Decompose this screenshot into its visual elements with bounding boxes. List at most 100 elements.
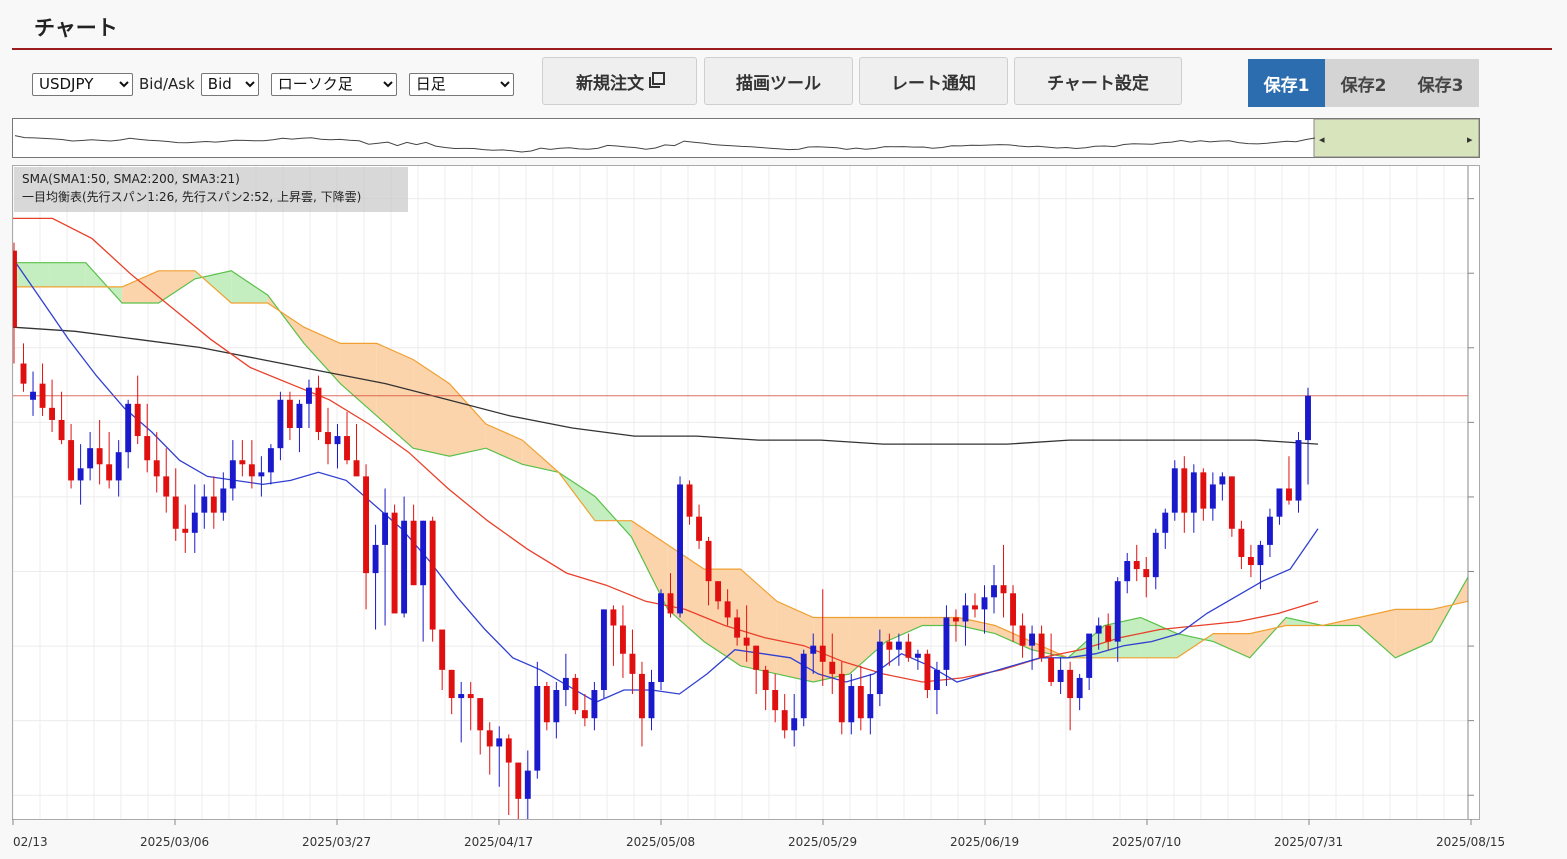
candle-body xyxy=(68,440,75,481)
candle-body xyxy=(1076,677,1083,699)
candle-body xyxy=(848,685,855,723)
candle xyxy=(306,379,312,429)
new-order-button[interactable]: 新規注文 xyxy=(542,57,697,105)
legend-ichimoku: 一目均衡表(先行スパン1:26, 先行スパン2:52, 上昇雲, 下降雲) xyxy=(22,190,362,204)
candle-body xyxy=(924,653,931,691)
candle-body xyxy=(401,520,408,614)
candle xyxy=(1152,528,1159,590)
candle-body xyxy=(20,363,27,384)
candle-body xyxy=(334,436,341,445)
candle-body xyxy=(1019,625,1026,646)
bidask-select[interactable]: Bid xyxy=(200,72,259,96)
save-slot-group: 保存1 保存2 保存3 xyxy=(1248,59,1479,107)
candle-body xyxy=(239,460,246,465)
candle xyxy=(848,673,855,735)
candle-body xyxy=(581,710,588,719)
candle-body xyxy=(600,609,607,691)
candle xyxy=(286,391,293,441)
candle xyxy=(477,698,484,755)
candle-body xyxy=(734,617,741,638)
candle xyxy=(629,629,636,695)
candle-body xyxy=(629,653,636,674)
drawing-tools-button[interactable]: 描画ツール xyxy=(704,57,853,105)
candle xyxy=(1219,472,1226,501)
candle-body xyxy=(867,694,874,719)
candle xyxy=(172,468,179,541)
candles xyxy=(11,242,1311,828)
candle xyxy=(1228,476,1235,537)
candle-body xyxy=(762,669,769,691)
candle-body xyxy=(306,387,312,404)
legend-sma: SMA(SMA1:50, SMA2:200, SMA3:21) xyxy=(22,172,240,186)
candle-body xyxy=(543,685,550,723)
candle-body xyxy=(886,641,893,650)
candle-body xyxy=(572,677,579,711)
candle xyxy=(1247,544,1254,578)
symbol-select[interactable]: USDJPY xyxy=(32,72,133,96)
candle-body xyxy=(391,512,398,614)
candle-body xyxy=(1152,532,1159,578)
candle xyxy=(1000,544,1007,618)
rate-alert-button[interactable]: レート通知 xyxy=(859,57,1008,105)
page-title: チャート xyxy=(34,16,118,40)
candle xyxy=(1067,661,1074,731)
candle xyxy=(68,423,75,489)
chart-area[interactable]: 155.59153.74151.89150.04148.19146.34144.… xyxy=(11,165,1557,828)
candle xyxy=(1286,456,1292,505)
candle-body xyxy=(286,399,293,429)
candle xyxy=(372,524,379,630)
candle xyxy=(1143,556,1150,598)
period-select[interactable]: 日足 xyxy=(408,72,514,96)
candle xyxy=(96,419,103,485)
candle-body xyxy=(267,448,274,473)
candle xyxy=(1086,633,1093,691)
sma-200-line xyxy=(12,326,1319,445)
chart-type-select[interactable]: ローソク足 xyxy=(270,72,397,96)
candle xyxy=(515,762,522,824)
candle xyxy=(277,391,284,461)
save-slot-3-button[interactable]: 保存3 xyxy=(1402,59,1479,107)
x-tick-label: 2025/08/15 xyxy=(1436,835,1505,849)
candle xyxy=(1209,472,1216,521)
candle-body xyxy=(962,605,969,622)
save-slot-2-button[interactable]: 保存2 xyxy=(1325,59,1402,107)
candle xyxy=(1171,460,1178,521)
candle-body xyxy=(686,484,693,517)
candle-body xyxy=(30,391,36,400)
candle xyxy=(562,653,569,707)
candle-body xyxy=(1162,512,1169,533)
candle-body xyxy=(1219,476,1226,485)
candle-body xyxy=(743,637,750,646)
candle-body xyxy=(857,685,864,719)
candle xyxy=(658,589,664,691)
candle-body xyxy=(895,641,902,650)
candle-body xyxy=(1247,556,1254,566)
candle-body xyxy=(220,488,227,513)
candle-body xyxy=(619,625,626,654)
candle xyxy=(106,432,113,489)
x-tick-label: 2025/07/31 xyxy=(1274,835,1343,849)
candle xyxy=(1162,508,1169,549)
candle-body xyxy=(677,484,683,614)
candle xyxy=(267,444,274,485)
candle xyxy=(905,633,912,662)
candle-body xyxy=(77,468,84,481)
candle xyxy=(648,669,655,731)
candle-body xyxy=(1286,488,1292,501)
candle xyxy=(420,520,427,642)
candle xyxy=(448,669,455,715)
candle xyxy=(677,476,683,618)
navigator-left-icon: ◂ xyxy=(1319,133,1325,146)
candle xyxy=(1124,552,1131,594)
candle-body xyxy=(1181,468,1188,513)
chart-settings-button[interactable]: チャート設定 xyxy=(1014,57,1182,105)
candle-body xyxy=(11,250,17,328)
chart-navigator[interactable]: ◂ ▸ xyxy=(12,118,1480,158)
candle-body xyxy=(277,399,284,449)
navigator-window xyxy=(1313,118,1480,158)
candle xyxy=(753,645,760,695)
candle xyxy=(1257,540,1264,590)
candle xyxy=(248,440,255,489)
save-slot-1-button[interactable]: 保存1 xyxy=(1248,59,1325,107)
candle-body xyxy=(639,673,645,719)
